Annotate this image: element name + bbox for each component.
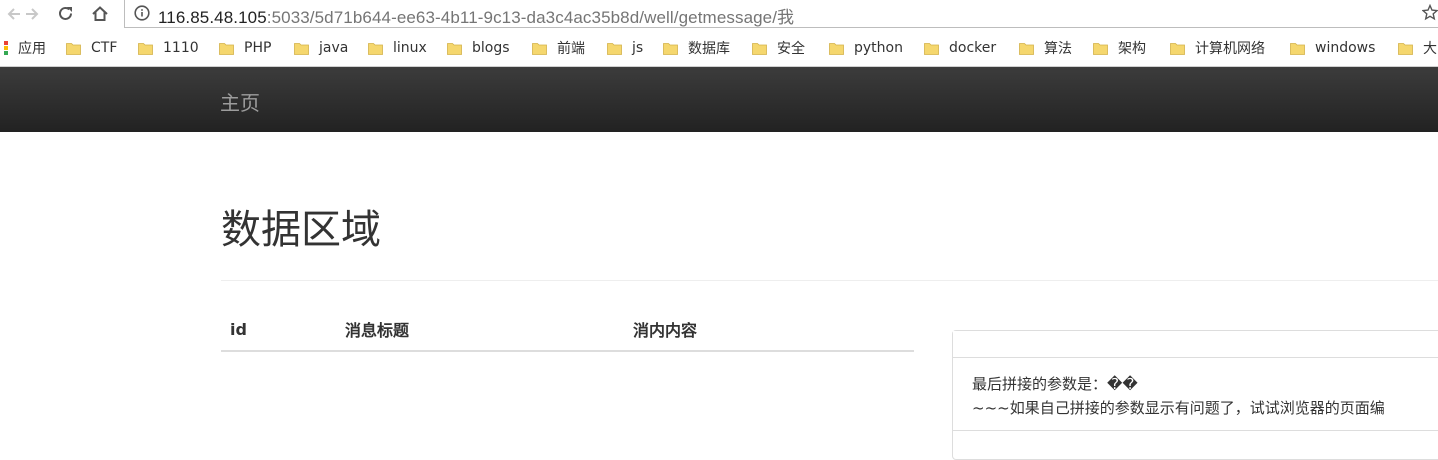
folder-icon [1019, 41, 1034, 55]
bookmark-item[interactable]: 应用 [4, 29, 46, 66]
bookmark-item[interactable]: 前端 [532, 29, 585, 66]
page-title: 数据区域 [221, 207, 381, 253]
bookmark-item[interactable]: 计算机网络 [1170, 29, 1265, 66]
address-bar[interactable]: 116.85.48.105:5033/5d71b644-ee63-4b11-9c… [124, 0, 1438, 28]
forward-icon[interactable] [19, 2, 45, 26]
bookmark-label: 应用 [18, 41, 46, 57]
bookmark-item[interactable]: 算法 [1019, 29, 1072, 66]
panel-line-hint: ~~~如果自己拼接的参数显示有问题了，试试浏览器的页面编 [972, 399, 1385, 417]
bookmark-label: blogs [472, 40, 510, 56]
bookmark-item[interactable]: windows [1290, 29, 1376, 66]
bookmark-item[interactable]: java [294, 29, 349, 66]
url-path: :5033/5d71b644-ee63-4b11-9c13-da3c4ac35b… [266, 8, 795, 27]
page-header: 数据区域 [221, 200, 1438, 281]
apps-icon [4, 41, 8, 55]
column-header-content: 消内内容 [624, 306, 914, 352]
bookmark-item[interactable]: 安全 [752, 29, 805, 66]
folder-icon [447, 41, 462, 55]
bookmark-label: 算法 [1044, 41, 1072, 57]
folder-icon [663, 41, 678, 55]
bookmark-label: 计算机网络 [1195, 41, 1265, 57]
folder-icon [829, 41, 844, 55]
bookmark-label: 安全 [777, 41, 805, 57]
bookmark-label: 大 [1423, 41, 1437, 57]
bookmark-label: windows [1315, 40, 1376, 56]
folder-icon [607, 41, 622, 55]
bookmark-label: java [319, 40, 349, 56]
bookmark-label: 架构 [1118, 41, 1146, 57]
table-header-row: id 消息标题 消内内容 [221, 306, 914, 352]
bookmark-item[interactable]: js [607, 29, 644, 66]
folder-icon [294, 41, 309, 55]
info-icon[interactable] [134, 5, 150, 21]
folder-icon [924, 41, 939, 55]
folder-icon [138, 41, 153, 55]
bookmark-item[interactable]: CTF [66, 29, 118, 66]
brand-home-link[interactable]: 主页 [220, 87, 260, 116]
site-navbar: 主页 [0, 67, 1438, 132]
folder-icon [1290, 41, 1305, 55]
folder-icon [1093, 41, 1108, 55]
folder-icon [1398, 41, 1413, 55]
column-header-id: id [221, 306, 336, 352]
folder-icon [1170, 41, 1185, 55]
bookmark-label: 前端 [557, 41, 585, 57]
panel-line-param: 最后拼接的参数是：�� [972, 375, 1138, 393]
folder-icon [66, 41, 81, 55]
bookmark-star-icon[interactable] [1422, 4, 1438, 22]
home-icon[interactable] [87, 2, 113, 26]
bookmark-label: js [632, 40, 644, 56]
bookmark-label: linux [393, 40, 427, 56]
bookmark-item[interactable]: linux [368, 29, 427, 66]
bookmark-item[interactable]: python [829, 29, 903, 66]
bookmark-label: PHP [244, 40, 272, 56]
url-host: 116.85.48.105 [158, 8, 267, 27]
browser-toolbar: 116.85.48.105:5033/5d71b644-ee63-4b11-9c… [0, 0, 1438, 29]
bookmark-item[interactable]: PHP [219, 29, 272, 66]
panel-body: 最后拼接的参数是：�� ~~~如果自己拼接的参数显示有问题了，试试浏览器的页面编 [953, 358, 1438, 431]
bookmark-item[interactable]: 1110 [138, 29, 199, 66]
panel-heading [953, 331, 1438, 358]
message-table: id 消息标题 消内内容 [221, 306, 914, 352]
bookmark-label: CTF [91, 40, 118, 56]
folder-icon [532, 41, 547, 55]
bookmark-label: docker [949, 40, 997, 56]
reload-icon[interactable] [53, 2, 79, 26]
bookmark-item[interactable]: blogs [447, 29, 510, 66]
bookmark-item[interactable]: 数据库 [663, 29, 730, 66]
column-header-title: 消息标题 [336, 306, 624, 352]
folder-icon [219, 41, 234, 55]
bookmark-item[interactable]: 大 [1398, 29, 1437, 66]
bookmark-item[interactable]: 架构 [1093, 29, 1146, 66]
bookmark-label: 1110 [163, 40, 199, 56]
bookmark-item[interactable]: docker [924, 29, 997, 66]
bookmarks-bar: 应用 CTF 1110 PHP java linux blogs 前端 js 数据库 安全 pytho… [0, 29, 1438, 67]
bookmark-label: python [854, 40, 903, 56]
info-panel: 最后拼接的参数是：�� ~~~如果自己拼接的参数显示有问题了，试试浏览器的页面编 [952, 330, 1438, 460]
folder-icon [752, 41, 767, 55]
url-text: 116.85.48.105:5033/5d71b644-ee63-4b11-9c… [158, 3, 794, 28]
folder-icon [368, 41, 383, 55]
bookmark-label: 数据库 [688, 41, 730, 57]
